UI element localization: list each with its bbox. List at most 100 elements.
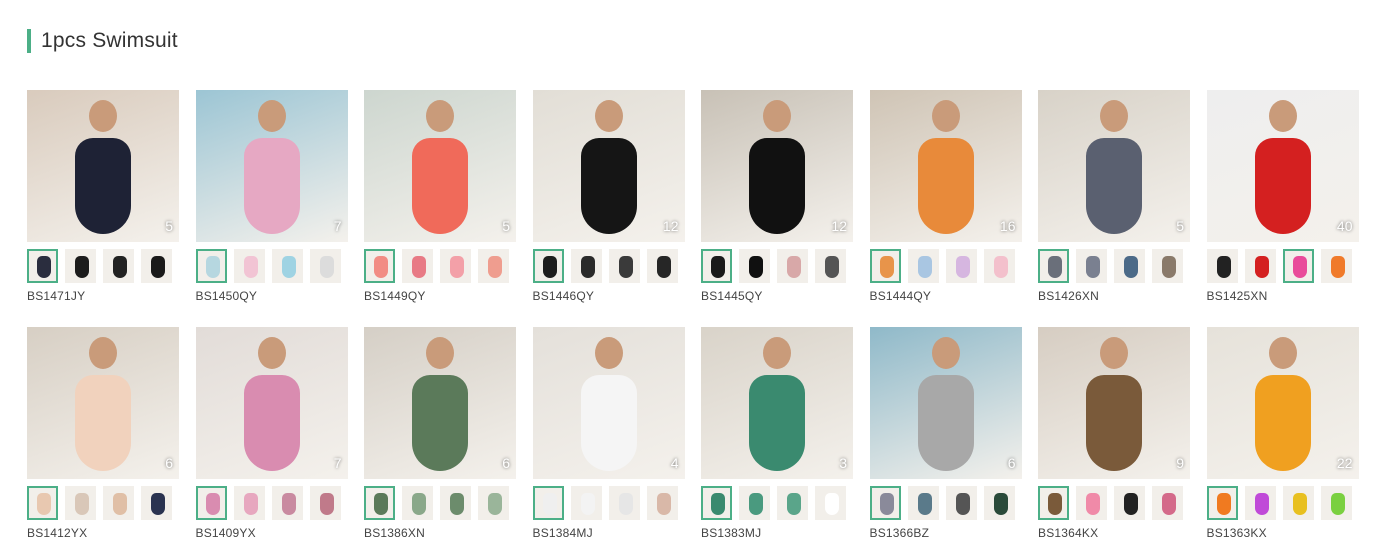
product-sku[interactable]: BS1425XN (1207, 289, 1359, 303)
product-sku[interactable]: BS1450QY (196, 289, 348, 303)
product-card[interactable]: 6 BS1412YX (27, 327, 179, 540)
product-sku[interactable]: BS1471JY (27, 289, 179, 303)
product-sku[interactable]: BS1384MJ (533, 526, 685, 540)
variant-thumbnail[interactable] (1038, 486, 1069, 520)
variant-thumbnail[interactable] (1320, 249, 1352, 283)
variant-thumbnail[interactable] (945, 249, 977, 283)
product-image[interactable]: 4 (532, 327, 685, 479)
product-card[interactable]: 4 BS1384MJ (532, 327, 685, 540)
variant-thumbnail[interactable] (195, 486, 227, 520)
product-image[interactable]: 6 (27, 327, 179, 479)
product-card[interactable]: 16 BS1444QY (869, 90, 1022, 303)
product-card[interactable]: 12 BS1445QY (701, 90, 853, 303)
product-sku[interactable]: BS1444QY (870, 289, 1022, 303)
product-sku[interactable]: BS1446QY (533, 289, 685, 303)
variant-thumbnail[interactable] (1076, 249, 1107, 283)
product-image[interactable]: 3 (701, 327, 853, 479)
product-image[interactable]: 6 (869, 327, 1022, 479)
variant-thumbnail[interactable] (1152, 249, 1183, 283)
variant-thumbnail[interactable] (907, 486, 939, 520)
product-card[interactable]: 9 BS1364KX (1038, 327, 1190, 540)
variant-thumbnail[interactable] (646, 486, 678, 520)
product-sku[interactable]: BS1409YX (196, 526, 348, 540)
variant-thumbnail[interactable] (945, 486, 977, 520)
product-image[interactable]: 5 (1038, 90, 1190, 242)
product-card[interactable]: 12 BS1446QY (532, 90, 685, 303)
product-card[interactable]: 5 BS1471JY (27, 90, 179, 303)
variant-thumbnail[interactable] (869, 486, 901, 520)
variant-thumbnail[interactable] (27, 249, 58, 283)
variant-thumbnail[interactable] (1076, 486, 1107, 520)
variant-thumbnail[interactable] (402, 249, 433, 283)
variant-thumbnail[interactable] (739, 486, 770, 520)
variant-thumbnail[interactable] (402, 486, 433, 520)
variant-thumbnail[interactable] (1282, 486, 1314, 520)
variant-thumbnail[interactable] (271, 249, 303, 283)
variant-thumbnail[interactable] (1244, 249, 1276, 283)
variant-thumbnail[interactable] (440, 486, 471, 520)
variant-thumbnail[interactable] (233, 249, 265, 283)
variant-thumbnail[interactable] (233, 486, 265, 520)
variant-thumbnail[interactable] (141, 249, 172, 283)
variant-thumbnail[interactable] (440, 249, 471, 283)
product-sku[interactable]: BS1449QY (364, 289, 516, 303)
product-card[interactable]: 7 BS1409YX (195, 327, 348, 540)
variant-thumbnail[interactable] (65, 249, 96, 283)
variant-thumbnail[interactable] (1206, 486, 1238, 520)
variant-thumbnail[interactable] (532, 249, 564, 283)
product-sku[interactable]: BS1412YX (27, 526, 179, 540)
variant-thumbnail[interactable] (1244, 486, 1276, 520)
variant-thumbnail[interactable] (271, 486, 303, 520)
variant-thumbnail[interactable] (364, 249, 395, 283)
variant-thumbnail[interactable] (478, 249, 509, 283)
product-image[interactable]: 7 (195, 90, 348, 242)
product-image[interactable]: 5 (27, 90, 179, 242)
variant-thumbnail[interactable] (27, 486, 58, 520)
variant-thumbnail[interactable] (1038, 249, 1069, 283)
product-sku[interactable]: BS1383MJ (701, 526, 853, 540)
variant-thumbnail[interactable] (1152, 486, 1183, 520)
product-sku[interactable]: BS1364KX (1038, 526, 1190, 540)
variant-thumbnail[interactable] (195, 249, 227, 283)
variant-thumbnail[interactable] (701, 249, 732, 283)
variant-thumbnail[interactable] (103, 249, 134, 283)
variant-thumbnail[interactable] (815, 249, 846, 283)
product-card[interactable]: 7 BS1450QY (195, 90, 348, 303)
variant-thumbnail[interactable] (777, 486, 808, 520)
product-sku[interactable]: BS1363KX (1207, 526, 1359, 540)
variant-thumbnail[interactable] (815, 486, 846, 520)
variant-thumbnail[interactable] (869, 249, 901, 283)
product-card[interactable]: 6 BS1386XN (364, 327, 516, 540)
variant-thumbnail[interactable] (608, 249, 640, 283)
variant-thumbnail[interactable] (532, 486, 564, 520)
variant-thumbnail[interactable] (777, 249, 808, 283)
variant-thumbnail[interactable] (570, 249, 602, 283)
variant-thumbnail[interactable] (1114, 249, 1145, 283)
variant-thumbnail[interactable] (646, 249, 678, 283)
variant-thumbnail[interactable] (608, 486, 640, 520)
product-image[interactable]: 6 (364, 327, 516, 479)
variant-thumbnail[interactable] (1206, 249, 1238, 283)
variant-thumbnail[interactable] (103, 486, 134, 520)
variant-thumbnail[interactable] (478, 486, 509, 520)
product-card[interactable]: 6 BS1366BZ (869, 327, 1022, 540)
variant-thumbnail[interactable] (364, 486, 395, 520)
product-card[interactable]: 22 BS1363KX (1206, 327, 1359, 540)
variant-thumbnail[interactable] (309, 249, 341, 283)
variant-thumbnail[interactable] (65, 486, 96, 520)
variant-thumbnail[interactable] (1114, 486, 1145, 520)
product-image[interactable]: 12 (701, 90, 853, 242)
product-card[interactable]: 40 BS1425XN (1206, 90, 1359, 303)
product-card[interactable]: 5 BS1426XN (1038, 90, 1190, 303)
variant-thumbnail[interactable] (570, 486, 602, 520)
variant-thumbnail[interactable] (309, 486, 341, 520)
product-image[interactable]: 40 (1206, 90, 1359, 242)
product-sku[interactable]: BS1445QY (701, 289, 853, 303)
product-card[interactable]: 5 BS1449QY (364, 90, 516, 303)
product-sku[interactable]: BS1366BZ (870, 526, 1022, 540)
product-card[interactable]: 3 BS1383MJ (701, 327, 853, 540)
product-image[interactable]: 7 (195, 327, 348, 479)
product-sku[interactable]: BS1386XN (364, 526, 516, 540)
variant-thumbnail[interactable] (141, 486, 172, 520)
variant-thumbnail[interactable] (1320, 486, 1352, 520)
